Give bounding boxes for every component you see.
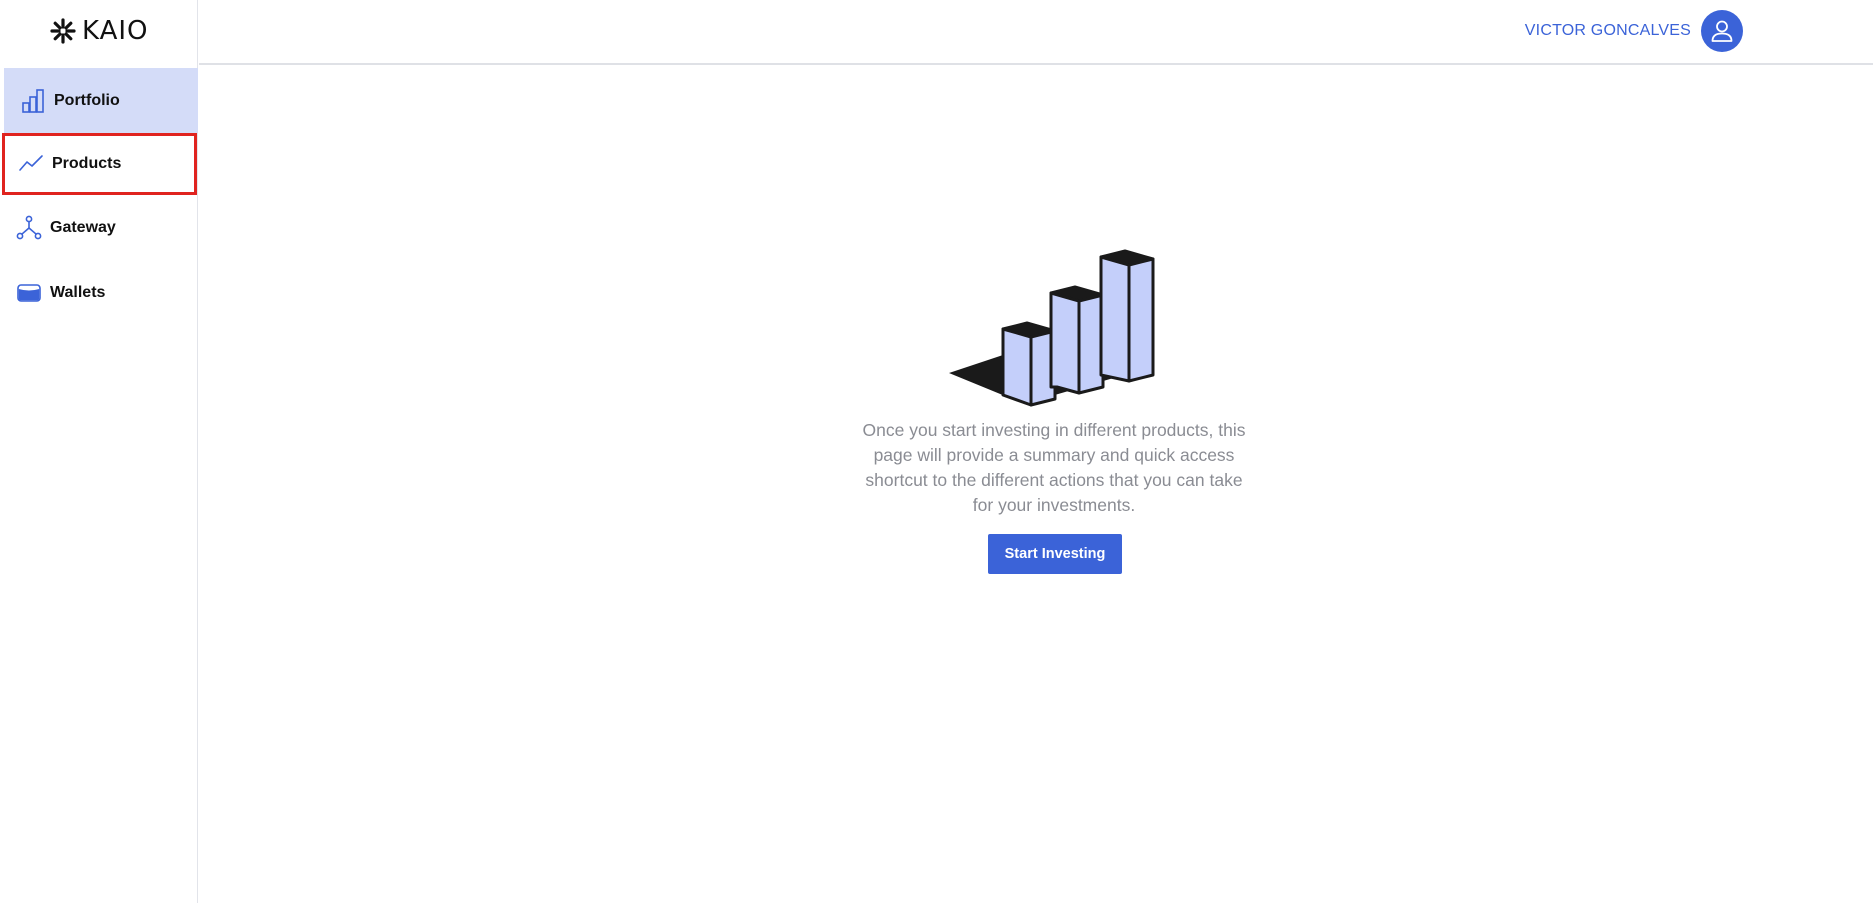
top-header: VICTOR GONCALVES [199,0,1873,65]
trend-line-icon [18,151,44,177]
user-avatar[interactable] [1701,10,1743,52]
user-menu[interactable]: VICTOR GONCALVES [1525,10,1743,52]
sidebar-nav: Portfolio Products Gateway Wallets [0,68,198,325]
wallet-icon [16,280,42,306]
sidebar: KAIO Portfolio Products Gateway Wallets [0,0,198,903]
network-nodes-icon [16,215,42,241]
start-investing-button[interactable]: Start Investing [988,534,1122,574]
sidebar-item-products[interactable]: Products [2,133,197,195]
sidebar-item-label: Wallets [50,283,106,301]
user-icon [1711,20,1733,42]
sidebar-item-portfolio[interactable]: Portfolio [4,68,198,133]
sidebar-item-label: Gateway [50,218,116,236]
3d-bar-chart-illustration [949,249,1155,407]
sidebar-item-gateway[interactable]: Gateway [0,195,198,260]
bar-chart-icon [20,88,46,114]
brand-logo[interactable]: KAIO [50,14,149,48]
sidebar-item-label: Portfolio [54,91,120,109]
brand-name: KAIO [82,16,149,46]
user-name: VICTOR GONCALVES [1524,22,1691,39]
logo-asterisk-icon [50,18,76,44]
sidebar-item-label: Products [52,155,122,172]
app-root: KAIO Portfolio Products Gateway Wallets … [0,0,1873,903]
sidebar-item-wallets[interactable]: Wallets [0,260,198,325]
empty-state-text: Once you start investing in different pr… [862,420,1246,515]
